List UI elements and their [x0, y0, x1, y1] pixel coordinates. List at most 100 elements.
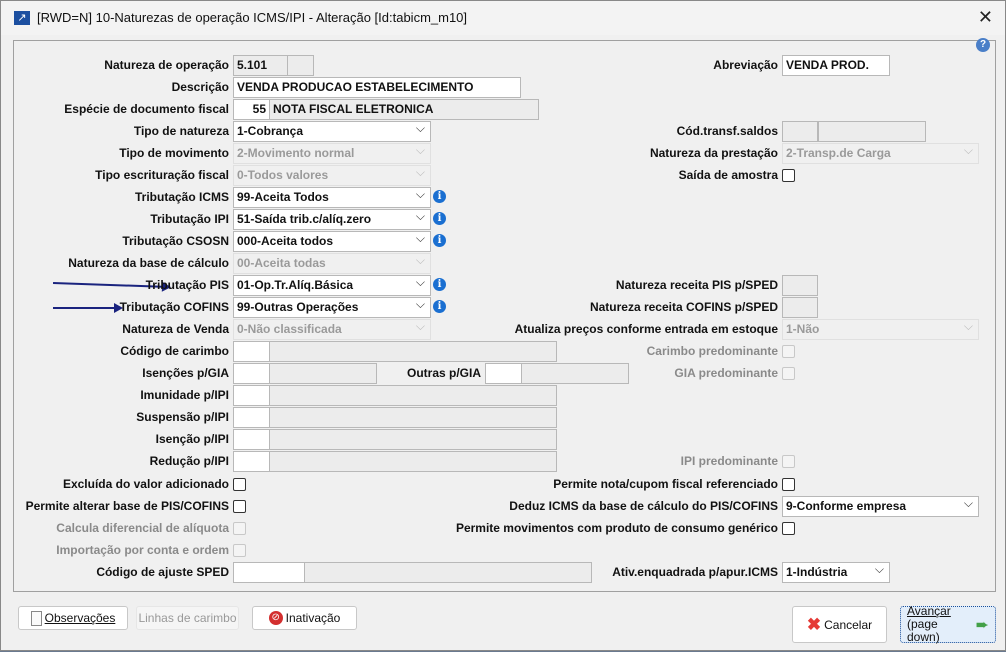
label: GIA predominante [674, 366, 778, 380]
label: Tributação COFINS [119, 300, 229, 314]
natureza-prestacao-select: 2-Transp.de Carga [782, 141, 979, 164]
label: Natureza de Venda [122, 322, 229, 336]
linhas-carimbo-button: Linhas de carimbo [136, 606, 239, 630]
label: Natureza receita PIS p/SPED [615, 278, 778, 292]
label: Carimbo predominante [646, 344, 778, 358]
inactivate-icon: ⊘ [268, 611, 283, 625]
especie-code-field[interactable]: 55 [233, 99, 270, 120]
deduz-icms-select[interactable]: 9-Conforme empresa [782, 494, 979, 517]
codigo-ajuste-desc [304, 562, 592, 583]
button-label: Inativação [285, 611, 341, 625]
tipo-natureza-select[interactable]: 1-Cobrança [233, 119, 431, 142]
imunidade-ipi-desc [269, 385, 557, 406]
dialog-window: ↗ [RWD=N] 10-Naturezas de operação ICMS/… [0, 0, 1006, 651]
imunidade-ipi-field[interactable] [233, 385, 270, 406]
info-icon[interactable]: i [433, 190, 446, 203]
label: Permite alterar base de PIS/COFINS [25, 499, 229, 513]
inativacao-button[interactable]: ⊘ Inativação [252, 606, 357, 630]
label: Calcula diferencial de alíquota [56, 521, 229, 535]
natureza-base-select: 00-Aceita todas [233, 251, 431, 274]
label: Isenções p/GIA [142, 366, 229, 380]
tributacao-pis-select[interactable]: 01-Op.Tr.Alíq.Básica [233, 273, 431, 296]
cancel-x-icon: ✖ [806, 614, 822, 634]
label: Natureza receita COFINS p/SPED [589, 300, 778, 314]
avancar-button[interactable]: Avançar (page down) ➨ [900, 605, 996, 644]
label: Abreviação [713, 58, 778, 72]
label: Tipo de natureza [133, 124, 229, 138]
isencoes-gia-field[interactable] [233, 363, 270, 384]
avancar-label-group: Avançar (page down) [907, 605, 973, 644]
outras-gia-field[interactable] [485, 363, 522, 384]
arrow-right-icon: ➨ [975, 616, 989, 634]
info-icon[interactable]: i [433, 234, 446, 247]
tipo-escrituracao-select: 0-Todos valores [233, 163, 431, 186]
especie-desc-field: NOTA FISCAL ELETRONICA [269, 99, 539, 120]
tipo-movimento-select: 2-Movimento normal [233, 141, 431, 164]
tributacao-csosn-select[interactable]: 000-Aceita todos [233, 229, 431, 252]
permite-movimentos-checkbox[interactable] [782, 522, 795, 535]
tributacao-cofins-select[interactable]: 99-Outras Operações [233, 295, 431, 318]
atualiza-precos-select: 1-Não [782, 317, 979, 340]
natureza-operacao-extra-field[interactable] [287, 55, 314, 76]
label: Imunidade p/IPI [140, 388, 229, 402]
nat-rec-cofins-field[interactable] [782, 297, 818, 318]
label: Tributação IPI [150, 212, 229, 226]
label: IPI predominante [680, 454, 778, 468]
label: Outras p/GIA [406, 366, 481, 380]
isencoes-gia-desc [269, 363, 377, 384]
button-label: Linhas de carimbo [138, 611, 237, 625]
button-label: Observações [44, 611, 116, 625]
outras-gia-desc [521, 363, 629, 384]
label: Saída de amostra [678, 168, 778, 182]
info-icon[interactable]: i [433, 278, 446, 291]
label: Espécie de documento fiscal [64, 102, 229, 116]
abreviacao-field[interactable]: VENDA PROD. [782, 55, 890, 76]
label: Código de carimbo [120, 344, 229, 358]
nat-rec-pis-field[interactable] [782, 275, 818, 296]
importacao-checkbox [233, 544, 246, 557]
label: Tributação CSOSN [122, 234, 229, 248]
info-icon[interactable]: i [433, 300, 446, 313]
label: Deduz ICMS da base de cálculo do PIS/COF… [509, 499, 778, 513]
natureza-operacao-field[interactable]: 5.101 [233, 55, 288, 76]
label: Ativ.enquadrada p/apur.ICMS [612, 565, 778, 579]
permite-nota-checkbox[interactable] [782, 478, 795, 491]
codigo-carimbo-field[interactable] [233, 341, 270, 362]
label: Suspensão p/IPI [136, 410, 229, 424]
info-icon[interactable]: i [433, 212, 446, 225]
ipi-predominante-checkbox [782, 455, 795, 468]
observacoes-button[interactable]: Observações [18, 606, 128, 630]
label: Cód.transf.saldos [676, 124, 778, 138]
label: Excluída do valor adicionado [62, 477, 229, 491]
permite-alterar-checkbox[interactable] [233, 500, 246, 513]
isencao-ipi-field[interactable] [233, 429, 270, 450]
button-label: Avançar [907, 604, 951, 618]
descricao-field[interactable]: VENDA PRODUCAO ESTABELECIMENTO [233, 77, 521, 98]
label: Natureza da prestação [649, 146, 778, 160]
calcula-diferencial-checkbox [233, 522, 246, 535]
label: Redução p/IPI [149, 454, 229, 468]
label: Tipo escrituração fiscal [95, 168, 229, 182]
tributacao-icms-select[interactable]: 99-Aceita Todos [233, 185, 431, 208]
tributacao-ipi-select[interactable]: 51-Saída trib.c/alíq.zero [233, 207, 431, 230]
ativ-enquadrada-select[interactable]: 1-Indústria [782, 560, 890, 583]
gia-predominante-checkbox [782, 367, 795, 380]
saida-amostra-checkbox[interactable] [782, 169, 795, 182]
suspensao-ipi-desc [269, 407, 557, 428]
label: Tributação PIS [145, 278, 229, 292]
label: Natureza da base de cálculo [68, 256, 229, 270]
cod-transf-field[interactable] [782, 121, 818, 142]
excluida-checkbox[interactable] [233, 478, 246, 491]
cancelar-button[interactable]: ✖ Cancelar [792, 606, 887, 643]
label: Tipo de movimento [119, 146, 229, 160]
button-label: Cancelar [824, 617, 873, 632]
label: Descrição [171, 80, 229, 94]
suspensao-ipi-field[interactable] [233, 407, 270, 428]
codigo-ajuste-field[interactable] [233, 562, 305, 583]
label: Natureza de operação [104, 58, 229, 72]
label: Permite nota/cupom fiscal referenciado [553, 477, 778, 491]
carimbo-predominante-checkbox [782, 345, 795, 358]
codigo-carimbo-desc [269, 341, 557, 362]
reducao-ipi-field[interactable] [233, 451, 270, 472]
label: Código de ajuste SPED [96, 565, 229, 579]
